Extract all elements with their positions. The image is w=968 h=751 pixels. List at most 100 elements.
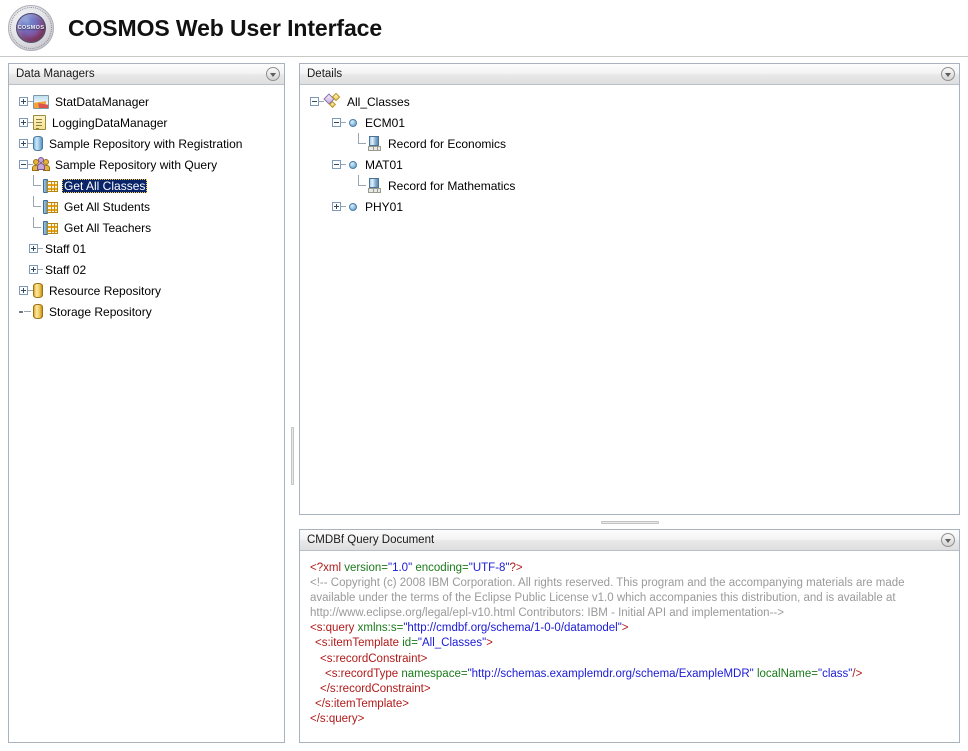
tree-item-label: ECM01 [365,115,406,130]
details-item-all-classes[interactable]: All_Classes [304,91,955,112]
details-header: Details [300,64,959,85]
tree-item-statdatamanager[interactable]: StatDataManager [13,91,280,112]
horizontal-splitter[interactable] [299,515,960,529]
tree-item-label: Record for Mathematics [388,178,516,193]
tree-item-staff-01[interactable]: Staff 01 [13,238,280,259]
xml-tag: <s:recordType [325,667,402,680]
tree-item-get-all-teachers[interactable]: Get All Teachers [13,217,280,238]
expander-toggle[interactable] [29,244,38,253]
cmdbf-tools [941,533,955,547]
details-item-phy01[interactable]: PHY01 [304,196,955,217]
details-tree[interactable]: All_Classes ECM01 Record for Economics MAT0… [304,91,955,217]
xml-val: "http://cmdbf.org/schema/1-0-0/datamodel… [403,622,622,635]
elbow-connector [29,217,43,238]
chevron-down-circle-icon[interactable] [941,67,955,81]
xml-line: <s:itemTemplate id="All_Classes"> [310,636,953,651]
record-icon [368,178,382,193]
details-item-mat01[interactable]: MAT01 [304,154,955,175]
xml-attr: namespace= [401,667,468,680]
xml-attr: localName= [756,667,818,680]
data-managers-tree[interactable]: StatDataManager LoggingDataManager Sample … [13,91,280,322]
chevron-down-circle-icon[interactable] [266,67,280,81]
details-title: Details [307,68,343,80]
xml-attr: version= [344,562,388,574]
expander-toggle[interactable] [19,286,28,295]
details-item-record-for-economics[interactable]: Record for Economics [304,133,955,154]
expander-toggle[interactable] [332,160,341,169]
details-item-record-for-mathematics[interactable]: Record for Mathematics [304,175,955,196]
xml-tag: <s:itemTemplate [315,637,403,650]
cmdbf-title: CMDBf Query Document [307,534,435,546]
cosmos-logo-icon: COSMOS [8,5,54,51]
gold-cylinder-icon [33,304,43,319]
tree-item-label: All_Classes [347,94,410,109]
tree-item-get-all-students[interactable]: Get All Students [13,196,280,217]
blue-sphere-icon [349,202,357,211]
xml-tag: > [486,637,493,650]
xml-tag: <?xml [310,562,345,574]
tree-item-label: Resource Repository [49,283,162,298]
query-table-icon [43,178,58,193]
chevron-down-circle-icon[interactable] [941,533,955,547]
xml-line: <s:recordConstraint> [310,652,953,667]
expander-toggle[interactable] [19,97,28,106]
data-managers-body: StatDataManager LoggingDataManager Sample … [9,85,284,742]
xml-line: <s:recordType namespace="http://schemas.… [310,667,953,682]
xml-line: </s:recordConstraint> [310,682,953,697]
tree-item-label: StatDataManager [55,94,150,109]
xml-tag: </s:itemTemplate> [315,697,409,710]
horizontal-splitter-grip[interactable] [600,521,659,524]
tree-item-storage-repository[interactable]: Storage Repository [13,301,280,322]
tree-item-get-all-classes[interactable]: Get All Classes [13,175,280,196]
tree-item-loggingdatamanager[interactable]: LoggingDataManager [13,112,280,133]
tree-item-staff-02[interactable]: Staff 02 [13,259,280,280]
xml-val: "1.0" [388,562,416,574]
details-item-ecm01[interactable]: ECM01 [304,112,955,133]
data-managers-tools [266,67,280,81]
details-body: All_Classes ECM01 Record for Economics MAT0… [300,85,959,514]
xml-line: <s:query xmlns:s="http://cmdbf.org/schem… [310,621,953,636]
elbow-connector [354,175,368,196]
blue-sphere-icon [349,160,357,169]
xml-tag: </s:recordConstraint> [320,682,431,695]
tree-item-sample-repository-with-registration[interactable]: Sample Repository with Registration [13,133,280,154]
expander-toggle[interactable] [19,139,28,148]
sparkle-diamond-icon [323,92,341,109]
expander-toggle[interactable] [29,265,38,274]
xml-tag: </s:query> [310,712,365,725]
blue-cylinder-icon [33,136,43,151]
xml-val: "http://schemas.examplemdr.org/schema/Ex… [467,667,757,680]
xml-tag: <s:recordConstraint> [320,652,428,665]
expander-toggle[interactable] [19,160,28,169]
xml-val: "class" [818,667,853,680]
left-column: Data Managers StatDataManager LoggingData… [8,63,285,743]
xml-val: "All_Classes" [417,637,487,650]
expander-toggle[interactable] [19,118,28,127]
expander-toggle[interactable] [310,97,319,106]
data-managers-title: Data Managers [16,68,95,80]
xml-comment: <!-- Copyright (c) 2008 IBM Corporation.… [310,577,908,620]
tree-item-sample-repository-with-query[interactable]: Sample Repository with Query [13,154,280,175]
elbow-connector [29,196,43,217]
stat-chart-icon [33,94,49,109]
tree-item-resource-repository[interactable]: Resource Repository [13,280,280,301]
xml-tag: <s:query [310,622,358,635]
vertical-splitter-grip[interactable] [291,427,294,485]
connector [341,122,346,123]
elbow-connector [354,133,368,154]
xml-tag: > [621,622,629,635]
xml-attr: encoding= [415,562,469,574]
xml-line: <?xml version="1.0" encoding="UTF-8"?> [310,561,953,576]
cmdbf-xml-viewer[interactable]: <?xml version="1.0" encoding="UTF-8"?> <!… [300,551,959,733]
vertical-splitter[interactable] [285,63,299,743]
cmdbf-header: CMDBf Query Document [300,530,959,551]
tree-item-label: Sample Repository with Registration [49,136,243,151]
tree-item-label: Storage Repository [49,304,152,319]
expander-toggle[interactable] [332,118,341,127]
tree-item-label: Staff 01 [45,241,87,256]
expander-toggle[interactable] [332,202,341,211]
elbow-connector [29,175,43,196]
data-managers-header: Data Managers [9,64,284,85]
xml-line: </s:itemTemplate> [310,697,953,712]
logo-ring [10,7,52,49]
